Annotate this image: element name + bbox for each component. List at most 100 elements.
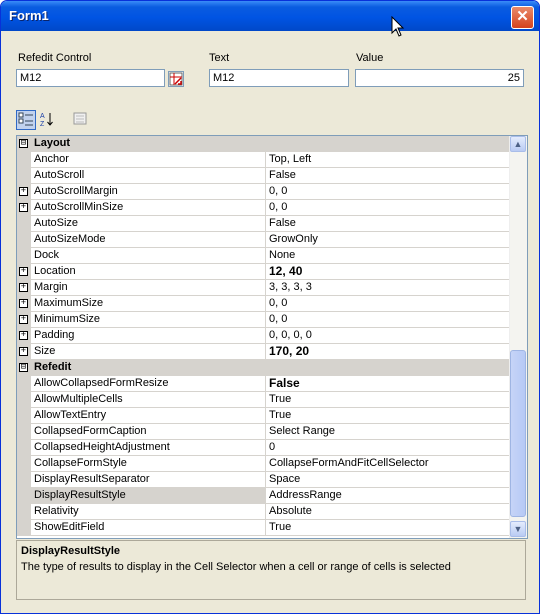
property-name: CollapseFormStyle bbox=[34, 457, 127, 469]
property-name: AutoScrollMinSize bbox=[34, 201, 124, 213]
property-name: Relativity bbox=[34, 505, 79, 517]
property-row[interactable]: + AutoScrollMargin 0, 0 bbox=[17, 184, 510, 200]
property-value[interactable]: Absolute bbox=[265, 504, 510, 519]
expand-icon[interactable]: + bbox=[19, 347, 28, 356]
collapse-icon[interactable]: ⊟ bbox=[19, 363, 28, 372]
help-panel: DisplayResultStyle The type of results t… bbox=[16, 540, 526, 600]
property-row[interactable]: CollapseFormStyle CollapseFormAndFitCellS… bbox=[17, 456, 510, 472]
property-value[interactable]: None bbox=[265, 248, 510, 263]
property-value[interactable]: GrowOnly bbox=[265, 232, 510, 247]
property-name: ShowEditField bbox=[34, 521, 105, 533]
property-name: Size bbox=[34, 345, 56, 357]
property-name: AutoScroll bbox=[34, 169, 85, 181]
property-value[interactable]: Top, Left bbox=[265, 152, 510, 167]
property-row[interactable]: + MinimumSize 0, 0 bbox=[17, 312, 510, 328]
property-name: Dock bbox=[34, 249, 60, 261]
property-row[interactable]: AutoSize False bbox=[17, 216, 510, 232]
collapse-icon[interactable]: ⊟ bbox=[19, 139, 28, 148]
property-row[interactable]: AllowCollapsedFormResize False bbox=[17, 376, 510, 392]
property-row[interactable]: AllowTextEntry True bbox=[17, 408, 510, 424]
category-row[interactable]: ⊟ Refedit bbox=[17, 360, 510, 376]
row-gutter bbox=[17, 504, 31, 520]
property-name: Margin bbox=[34, 281, 68, 293]
property-value[interactable]: AddressRange bbox=[265, 488, 510, 503]
property-value[interactable]: 0, 0 bbox=[265, 200, 510, 215]
svg-text:Z: Z bbox=[40, 121, 45, 128]
scroll-down-button[interactable]: ▼ bbox=[510, 521, 526, 537]
property-pages-button[interactable] bbox=[71, 110, 91, 130]
property-name: AutoSizeMode bbox=[34, 233, 106, 245]
close-button[interactable]: ✕ bbox=[511, 6, 534, 29]
property-row[interactable]: + Margin 3, 3, 3, 3 bbox=[17, 280, 510, 296]
expand-icon[interactable]: + bbox=[19, 283, 28, 292]
property-value[interactable]: False bbox=[265, 168, 510, 183]
property-value[interactable]: True bbox=[265, 408, 510, 423]
expand-icon[interactable]: + bbox=[19, 267, 28, 276]
property-value[interactable]: 170, 20 bbox=[265, 344, 510, 359]
value-label: Value bbox=[356, 52, 384, 64]
property-row[interactable]: + Location 12, 40 bbox=[17, 264, 510, 280]
category-name: Layout bbox=[34, 137, 71, 149]
property-row[interactable]: Dock None bbox=[17, 248, 510, 264]
expand-icon[interactable]: + bbox=[19, 299, 28, 308]
property-row[interactable]: DisplayResultStyle AddressRange bbox=[17, 488, 510, 504]
text-field[interactable]: M12 bbox=[209, 69, 349, 87]
property-row[interactable]: + MaximumSize 0, 0 bbox=[17, 296, 510, 312]
categorized-button[interactable] bbox=[16, 110, 36, 130]
category-row[interactable]: ⊟ Layout bbox=[17, 136, 510, 152]
property-value[interactable]: 0, 0, 0, 0 bbox=[265, 328, 510, 343]
property-name: AllowCollapsedFormResize bbox=[34, 377, 169, 389]
vertical-scrollbar[interactable]: ▲ ▼ bbox=[509, 136, 527, 538]
property-pages-icon bbox=[73, 112, 87, 125]
property-row[interactable]: + Size 170, 20 bbox=[17, 344, 510, 360]
value-field[interactable]: 25 bbox=[355, 69, 524, 87]
expand-icon[interactable]: + bbox=[19, 331, 28, 340]
property-row[interactable]: + AutoScrollMinSize 0, 0 bbox=[17, 200, 510, 216]
property-row[interactable]: CollapsedFormCaption Select Range bbox=[17, 424, 510, 440]
row-gutter bbox=[17, 152, 31, 168]
row-gutter bbox=[17, 472, 31, 488]
row-gutter bbox=[17, 424, 31, 440]
property-value[interactable]: 12, 40 bbox=[265, 264, 510, 279]
row-gutter bbox=[17, 232, 31, 248]
cell-selector-button[interactable] bbox=[168, 71, 184, 87]
property-row[interactable]: + Padding 0, 0, 0, 0 bbox=[17, 328, 510, 344]
scroll-thumb[interactable] bbox=[510, 350, 526, 517]
row-gutter bbox=[17, 408, 31, 424]
property-grid[interactable]: ⊟ Layout Anchor Top, Left AutoScroll False + Au… bbox=[16, 135, 528, 539]
property-row[interactable]: AutoScroll False bbox=[17, 168, 510, 184]
property-row[interactable]: AutoSizeMode GrowOnly bbox=[17, 232, 510, 248]
refedit-control-field[interactable]: M12 bbox=[16, 69, 165, 87]
property-value[interactable]: Space bbox=[265, 472, 510, 487]
title-bar[interactable]: Form1 ✕ bbox=[1, 1, 539, 31]
scroll-up-button[interactable]: ▲ bbox=[510, 136, 526, 152]
expand-icon[interactable]: + bbox=[19, 203, 28, 212]
chevron-up-icon: ▲ bbox=[513, 139, 523, 149]
property-row[interactable]: Anchor Top, Left bbox=[17, 152, 510, 168]
property-value[interactable]: 3, 3, 3, 3 bbox=[265, 280, 510, 295]
property-value[interactable]: True bbox=[265, 392, 510, 407]
property-value[interactable]: True bbox=[265, 520, 510, 535]
property-name: Padding bbox=[34, 329, 75, 341]
property-value[interactable]: Select Range bbox=[265, 424, 510, 439]
property-value[interactable]: 0, 0 bbox=[265, 312, 510, 327]
expand-icon[interactable]: + bbox=[19, 315, 28, 324]
property-value[interactable]: 0, 0 bbox=[265, 184, 510, 199]
row-gutter bbox=[17, 456, 31, 472]
refedit-control-label: Refedit Control bbox=[18, 52, 92, 64]
property-name: AutoScrollMargin bbox=[34, 185, 118, 197]
row-gutter bbox=[17, 248, 31, 264]
property-value[interactable]: False bbox=[265, 216, 510, 231]
property-value[interactable]: 0, 0 bbox=[265, 296, 510, 311]
property-row[interactable]: CollapsedHeightAdjustment 0 bbox=[17, 440, 510, 456]
property-row[interactable]: AllowMultipleCells True bbox=[17, 392, 510, 408]
expand-icon[interactable]: + bbox=[19, 187, 28, 196]
property-row[interactable]: DisplayResultSeparator Space bbox=[17, 472, 510, 488]
property-value[interactable]: CollapseFormAndFitCellSelector bbox=[265, 456, 510, 471]
property-value[interactable]: False bbox=[265, 376, 510, 391]
property-value[interactable]: 0 bbox=[265, 440, 510, 455]
property-row[interactable]: Relativity Absolute bbox=[17, 504, 510, 520]
property-row[interactable]: ShowEditField True bbox=[17, 520, 510, 536]
mouse-cursor-icon bbox=[391, 16, 405, 37]
alphabetical-button[interactable]: A Z bbox=[38, 110, 58, 130]
